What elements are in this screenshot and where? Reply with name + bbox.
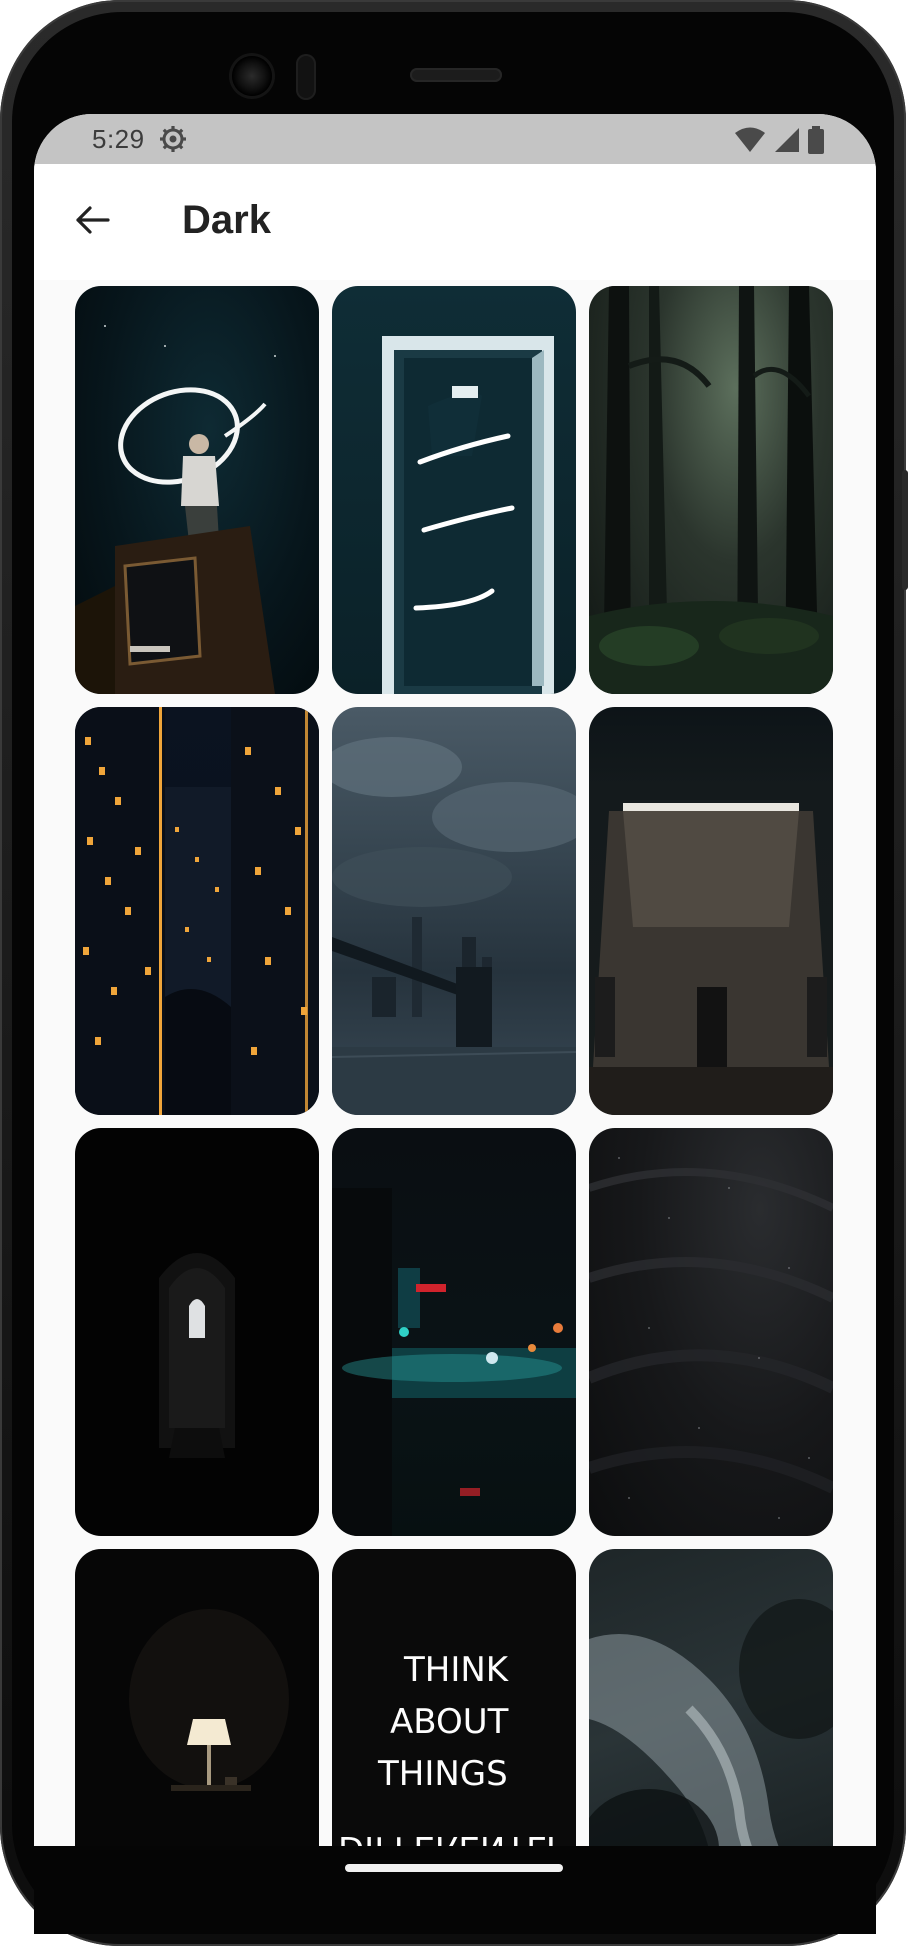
home-indicator[interactable] [345, 1864, 563, 1872]
arrow-left-icon [72, 200, 112, 245]
power-button [902, 470, 908, 590]
wallpaper-tile-man-with-light-halo[interactable] [75, 286, 319, 694]
wallpaper-tile-city-skyscrapers-night[interactable] [75, 707, 319, 1115]
gear-icon [158, 124, 188, 154]
wallpaper-grid: THINK ABOUT THINGS DIFFERENTLY [75, 286, 835, 1846]
cell-signal-icon [774, 127, 800, 158]
status-icons [734, 126, 824, 159]
wallpaper-tile-glowing-doorway[interactable] [332, 286, 576, 694]
neon-sign-line-1: THINK [403, 1650, 510, 1690]
wallpaper-tile-misty-forest[interactable] [589, 286, 833, 694]
app-bar: Dark [34, 164, 876, 280]
proximity-sensor [296, 54, 316, 100]
screen: 5:29 Dark THINK ABOUT THINGS [34, 114, 876, 1846]
neon-sign-line-4: DIFFERENTLY [338, 1828, 562, 1846]
wallpaper-tile-dark-gothic-corridor[interactable] [75, 1128, 319, 1536]
neon-sign-line-2: ABOUT [390, 1702, 509, 1742]
wallpaper-tile-dark-clouds[interactable] [589, 1549, 833, 1846]
wallpaper-tile-lit-concrete-wall[interactable] [589, 707, 833, 1115]
wallpaper-tile-neon-sign[interactable]: THINK ABOUT THINGS DIFFERENTLY [332, 1549, 576, 1846]
page-title: Dark [182, 198, 271, 242]
navigation-bar [34, 1846, 876, 1934]
back-button[interactable] [64, 194, 120, 250]
battery-icon [808, 126, 824, 159]
wallpaper-tile-bridge-stormy-sky[interactable] [332, 707, 576, 1115]
earpiece-speaker [410, 68, 502, 82]
wifi-icon [734, 127, 766, 158]
front-camera [232, 56, 272, 96]
neon-sign-line-3: THINGS [377, 1754, 508, 1794]
status-bar: 5:29 [34, 114, 876, 164]
wallpaper-tile-table-lamp-dark[interactable] [75, 1549, 319, 1846]
wallpaper-tile-black-sand-dunes[interactable] [589, 1128, 833, 1536]
status-time: 5:29 [92, 124, 145, 154]
wallpaper-tile-neon-street-night[interactable] [332, 1128, 576, 1536]
